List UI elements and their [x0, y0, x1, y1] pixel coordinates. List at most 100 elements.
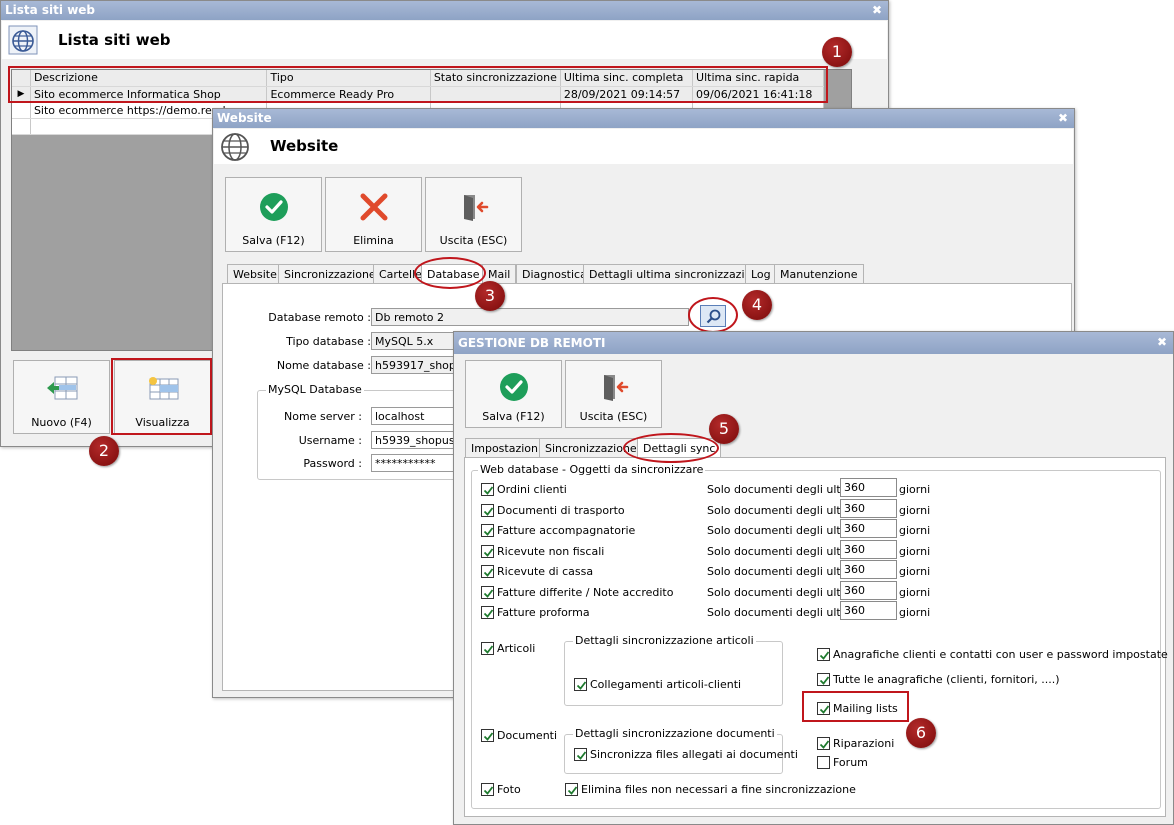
- checkbox-box[interactable]: [817, 648, 830, 661]
- checkbox-box[interactable]: [817, 673, 830, 686]
- checkmark-icon: [483, 507, 494, 516]
- checkmark-icon: [483, 568, 494, 577]
- step-badge-2: 2: [89, 436, 119, 466]
- titlebar[interactable]: Lista siti web ✖: [1, 1, 888, 20]
- tab-impostazioni[interactable]: Impostazioni: [465, 438, 548, 458]
- checkbox-label: Documenti: [497, 729, 558, 742]
- checkbox-label: Sincronizza files allegati ai documenti: [590, 748, 798, 761]
- checkbox-box[interactable]: [481, 483, 494, 496]
- label-nome-database: Nome database :: [276, 359, 371, 372]
- checkbox-box[interactable]: [481, 642, 494, 655]
- salva-button[interactable]: Salva (F12): [465, 360, 562, 428]
- salva-button[interactable]: Salva (F12): [225, 177, 322, 252]
- add-record-icon: [46, 376, 77, 400]
- days-input[interactable]: 360: [840, 478, 897, 497]
- tab-website[interactable]: Website: [227, 264, 283, 284]
- days-prefix-label: Solo documenti degli ultimi: [707, 545, 858, 558]
- uscita-button[interactable]: Uscita (ESC): [565, 360, 662, 428]
- elimina-button[interactable]: Elimina: [325, 177, 422, 252]
- checkbox-label: Foto: [497, 783, 521, 796]
- tab-manutenzione[interactable]: Manutenzione: [774, 264, 864, 284]
- window-title: GESTIONE DB REMOTI: [458, 336, 606, 350]
- checkbox-box[interactable]: [574, 678, 587, 691]
- checkmark-icon: [483, 645, 494, 654]
- tab-dettagli-ultima-sincronizzazione[interactable]: Dettagli ultima sincronizzazione: [583, 264, 771, 284]
- website-tabs: Website Sincronizzazione Cartelle Databa…: [227, 264, 867, 284]
- close-icon[interactable]: ✖: [1058, 111, 1068, 125]
- nome-database-field[interactable]: h593917_shop: [371, 356, 461, 374]
- checkmark-icon: [567, 786, 578, 795]
- days-prefix-label: Solo documenti degli ultimi: [707, 606, 858, 619]
- tipo-database-field[interactable]: MySQL 5.x: [371, 332, 461, 350]
- database-remoto-field[interactable]: Db remoto 2: [371, 308, 689, 326]
- close-icon[interactable]: ✖: [872, 3, 882, 17]
- group-title: Dettagli sincronizzazione articoli: [573, 634, 756, 647]
- days-suffix-label: giorni: [899, 565, 931, 578]
- label-database-remoto: Database remoto :: [268, 311, 371, 324]
- checkbox-label: Elimina files non necessari a fine sincr…: [581, 783, 856, 796]
- nuovo-button[interactable]: Nuovo (F4): [13, 360, 110, 434]
- checkbox-label: Ricevute di cassa: [497, 565, 594, 578]
- checkbox-box[interactable]: [481, 524, 494, 537]
- highlight-mailing-lists: [802, 691, 909, 722]
- checkbox-label: Documenti di trasporto: [497, 504, 625, 517]
- days-input[interactable]: 360: [840, 499, 897, 518]
- checkbox-box[interactable]: [481, 545, 494, 558]
- tab-sincronizzazione[interactable]: Sincronizzazione: [278, 264, 382, 284]
- step-badge-4: 4: [742, 290, 772, 320]
- checkbox-box[interactable]: [481, 729, 494, 742]
- checkmark-icon: [483, 589, 494, 598]
- globe-icon: [221, 133, 249, 161]
- days-input[interactable]: 360: [840, 601, 897, 620]
- check-circle-icon: [499, 373, 528, 401]
- salva-label: Salva (F12): [242, 234, 305, 247]
- checkbox-box[interactable]: [481, 504, 494, 517]
- step-badge-5: 5: [709, 414, 739, 444]
- group-title: Dettagli sincronizzazione documenti: [573, 727, 777, 740]
- checkbox-label: Collegamenti articoli-clienti: [590, 678, 742, 691]
- days-input[interactable]: 360: [840, 519, 897, 538]
- header-panel: Lista siti web: [2, 21, 887, 59]
- checkbox-box[interactable]: [481, 565, 494, 578]
- page-title: Lista siti web: [58, 31, 171, 49]
- titlebar[interactable]: Website ✖: [213, 109, 1074, 128]
- exit-door-icon: [603, 375, 628, 401]
- uscita-button[interactable]: Uscita (ESC): [425, 177, 522, 252]
- tab-diagnostica[interactable]: Diagnostica: [516, 264, 593, 284]
- checkbox-box[interactable]: [565, 783, 578, 796]
- checkbox-label: Fatture differite / Note accredito: [497, 586, 674, 599]
- highlight-lookup-button: [688, 297, 738, 333]
- check-circle-icon: [259, 193, 288, 221]
- highlight-grid-row: [8, 66, 828, 103]
- dettagli-sync-panel: Web database - Oggetti da sincronizzare …: [464, 457, 1168, 817]
- salva-label: Salva (F12): [482, 410, 545, 423]
- page-title: Website: [270, 137, 339, 155]
- tab-log[interactable]: Log: [745, 264, 777, 284]
- highlight-visualizza: [111, 358, 212, 435]
- titlebar[interactable]: GESTIONE DB REMOTI ✖: [454, 332, 1173, 354]
- checkmark-icon: [483, 527, 494, 536]
- checkbox-label: Tutte le anagrafiche (clienti, fornitori…: [833, 673, 1060, 686]
- globe-icon: [8, 25, 38, 55]
- uscita-label: Uscita (ESC): [579, 410, 648, 423]
- checkbox-box[interactable]: [481, 606, 494, 619]
- close-icon[interactable]: ✖: [1157, 335, 1167, 349]
- checkmark-icon: [483, 609, 494, 618]
- label-password: Password :: [303, 457, 362, 470]
- checkbox-box[interactable]: [481, 783, 494, 796]
- highlight-dettagli-sync-tab: [623, 433, 719, 463]
- header-panel: Website: [214, 129, 1073, 164]
- days-input[interactable]: 360: [840, 540, 897, 559]
- checkbox-box[interactable]: [574, 748, 587, 761]
- checkbox-box[interactable]: [481, 586, 494, 599]
- days-input[interactable]: 360: [840, 581, 897, 600]
- days-input[interactable]: 360: [840, 560, 897, 579]
- elimina-label: Elimina: [353, 234, 394, 247]
- checkbox-box[interactable]: [817, 737, 830, 750]
- checkbox-box[interactable]: [817, 756, 830, 769]
- days-suffix-label: giorni: [899, 524, 931, 537]
- checkmark-icon: [819, 676, 830, 685]
- label-nome-server: Nome server :: [284, 410, 362, 423]
- checkbox-label: Anagrafiche clienti e contatti con user …: [833, 648, 1168, 661]
- articoli-details-group: Dettagli sincronizzazione articoli: [564, 634, 783, 706]
